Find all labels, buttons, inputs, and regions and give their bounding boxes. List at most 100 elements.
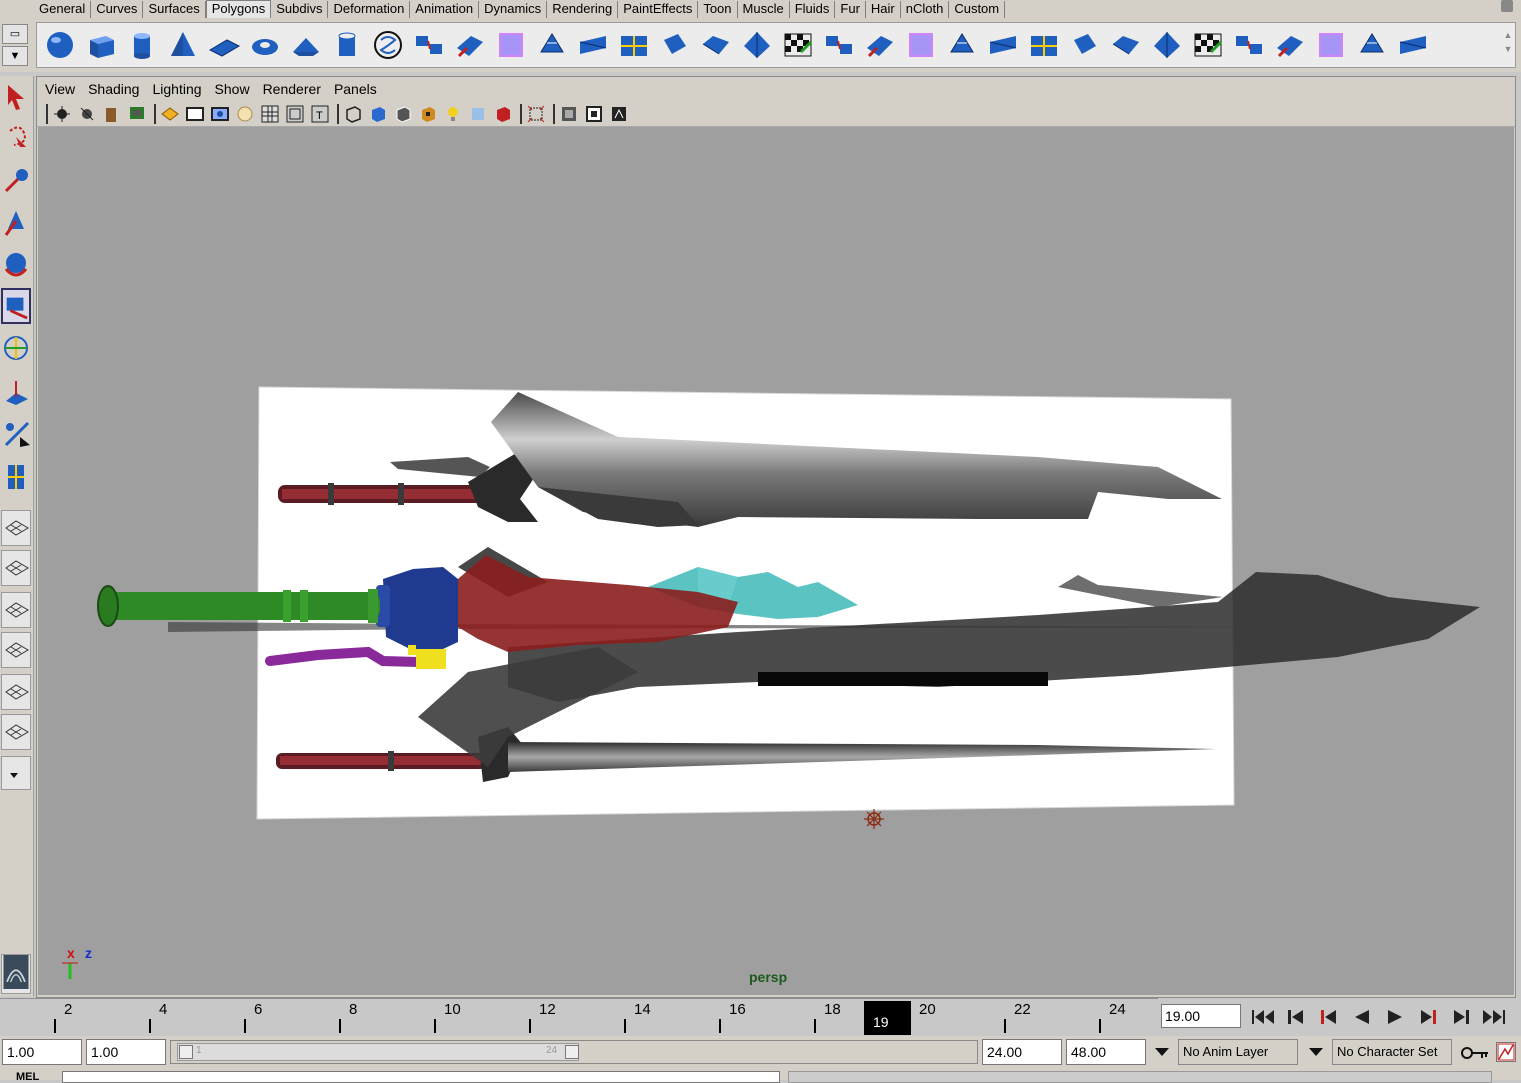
panel-menu-view[interactable]: View <box>45 81 75 97</box>
shelf-tab-rendering[interactable]: Rendering <box>547 1 619 18</box>
poly-prism-icon[interactable] <box>287 26 325 64</box>
field-chart-icon[interactable] <box>259 103 281 125</box>
character-set-field[interactable]: No Character Set <box>1332 1039 1452 1065</box>
resolution-gate-icon[interactable] <box>209 103 231 125</box>
anim-layer-field[interactable]: No Anim Layer <box>1178 1039 1298 1065</box>
shadows-2-icon[interactable] <box>583 103 605 125</box>
uv-snapshot-icon[interactable] <box>1353 26 1391 64</box>
play-forwards-icon[interactable] <box>1378 1002 1411 1032</box>
playback-start-field[interactable]: 1.00 <box>86 1039 166 1065</box>
panel-menu-lighting[interactable]: Lighting <box>152 81 201 97</box>
shelf-tab-surfaces[interactable]: Surfaces <box>143 1 206 18</box>
scale-tool-icon[interactable] <box>1 288 31 324</box>
shelf-menu-dropdown[interactable]: ▼ <box>2 46 28 66</box>
quadrangulate-icon[interactable] <box>615 26 653 64</box>
universal-manipulator-icon[interactable] <box>1 330 31 366</box>
bridge-icon[interactable] <box>697 26 735 64</box>
shelf-tab-custom[interactable]: Custom <box>949 1 1006 18</box>
sculpt-geometry-icon[interactable] <box>1025 26 1063 64</box>
shelf-tab-animation[interactable]: Animation <box>410 1 480 18</box>
extrude-icon[interactable] <box>656 26 694 64</box>
separate-icon[interactable] <box>451 26 489 64</box>
rotate-tool-icon[interactable] <box>1 246 31 282</box>
gate-mask-icon[interactable] <box>234 103 256 125</box>
step-forward-key-icon[interactable] <box>1444 1002 1477 1032</box>
select-tool-icon[interactable] <box>1 78 31 114</box>
paint-select-tool-icon[interactable] <box>1 162 31 198</box>
film-gate-icon[interactable] <box>184 103 206 125</box>
step-back-key-icon[interactable] <box>1279 1002 1312 1032</box>
move-tool-icon[interactable] <box>1 204 31 240</box>
shelf-tab-dynamics[interactable]: Dynamics <box>479 1 548 18</box>
shelf-editor-button[interactable]: ▭ <box>2 24 28 44</box>
shelf-tab-muscle[interactable]: Muscle <box>738 1 790 18</box>
poly-cylinder-icon[interactable] <box>123 26 161 64</box>
wireframe-icon[interactable] <box>342 103 364 125</box>
use-all-lights-icon[interactable] <box>442 103 464 125</box>
wireframe-on-shaded-icon[interactable] <box>392 103 414 125</box>
range-start-knob[interactable] <box>179 1045 193 1059</box>
shadows-icon[interactable] <box>467 103 489 125</box>
soft-modification-icon[interactable] <box>1 374 31 410</box>
anim-layer-dropdown-arrow[interactable] <box>1150 1042 1174 1062</box>
paint-selection-icon[interactable] <box>1066 26 1104 64</box>
poly-pipe-icon[interactable] <box>328 26 366 64</box>
shelf-tab-general[interactable]: General <box>34 1 92 18</box>
poly-cone-icon[interactable] <box>164 26 202 64</box>
shelf-tab-painteffects[interactable]: PaintEffects <box>618 1 699 18</box>
panel-menu-panels[interactable]: Panels <box>334 81 377 97</box>
chamfer-icon[interactable] <box>984 26 1022 64</box>
poly-plane-icon[interactable] <box>205 26 243 64</box>
current-time-field[interactable]: 19.00 <box>1161 1004 1241 1028</box>
poly-helix-icon[interactable] <box>369 26 407 64</box>
current-frame-marker[interactable]: 19 <box>864 1001 911 1035</box>
xray-icon[interactable] <box>492 103 514 125</box>
show-manipulator-icon[interactable] <box>1 416 31 452</box>
poly-torus-icon[interactable] <box>246 26 284 64</box>
trash-icon[interactable] <box>1501 0 1513 12</box>
end-time-field[interactable]: 48.00 <box>1066 1039 1146 1065</box>
range-slider[interactable]: 1 24 <box>170 1040 978 1064</box>
shelf-tab-polygons[interactable]: Polygons <box>205 0 272 18</box>
layout-menu-dropdown[interactable] <box>1 756 31 790</box>
panel-menu-show[interactable]: Show <box>215 81 250 97</box>
merge-icon[interactable] <box>902 26 940 64</box>
high-quality-icon[interactable] <box>558 103 580 125</box>
shelf-tab-curves[interactable]: Curves <box>91 1 144 18</box>
persp-outliner-layout-icon[interactable] <box>1 592 31 628</box>
character-set-dropdown-arrow[interactable] <box>1304 1042 1328 1062</box>
persp-graph-layout-icon[interactable] <box>1 632 31 668</box>
bookmark-icon[interactable] <box>101 103 123 125</box>
last-tool-icon[interactable] <box>1 458 31 494</box>
safe-action-icon[interactable] <box>284 103 306 125</box>
shelf-scroll-arrows[interactable]: ▲ ▼ <box>1503 28 1513 60</box>
step-forward-frame-icon[interactable] <box>1411 1002 1444 1032</box>
split-polygon-icon[interactable] <box>779 26 817 64</box>
create-uvs-planar-icon[interactable] <box>1107 26 1145 64</box>
command-input[interactable] <box>62 1071 780 1083</box>
single-perspective-layout-icon[interactable] <box>1 510 31 546</box>
camera-attributes-icon[interactable] <box>76 103 98 125</box>
create-uvs-cylindrical-icon[interactable] <box>1148 26 1186 64</box>
step-back-frame-icon[interactable] <box>1312 1002 1345 1032</box>
shelf-tab-ncloth[interactable]: nCloth <box>901 1 950 18</box>
shelf-tab-fur[interactable]: Fur <box>835 1 866 18</box>
play-backwards-icon[interactable] <box>1345 1002 1378 1032</box>
checker-uv-icon[interactable] <box>1230 26 1268 64</box>
safe-title-icon[interactable]: T <box>309 103 331 125</box>
shelf-tab-subdivs[interactable]: Subdivs <box>271 1 329 18</box>
auto-key-icon[interactable] <box>1460 1044 1490 1062</box>
shelf-tab-fluids[interactable]: Fluids <box>790 1 836 18</box>
range-end-knob[interactable] <box>565 1045 579 1059</box>
animation-preferences-icon[interactable] <box>1496 1042 1516 1062</box>
image-plane-icon[interactable] <box>126 103 148 125</box>
poly-sphere-icon[interactable] <box>41 26 79 64</box>
start-time-field[interactable]: 1.00 <box>2 1039 82 1065</box>
bevel-icon[interactable] <box>943 26 981 64</box>
ambient-occlusion-icon[interactable] <box>608 103 630 125</box>
persp-graph-hypershade-layout-icon[interactable] <box>1 714 31 750</box>
lasso-tool-icon[interactable] <box>1 120 31 156</box>
select-camera-icon[interactable] <box>51 103 73 125</box>
smooth-icon[interactable] <box>533 26 571 64</box>
triangulate-icon[interactable] <box>574 26 612 64</box>
